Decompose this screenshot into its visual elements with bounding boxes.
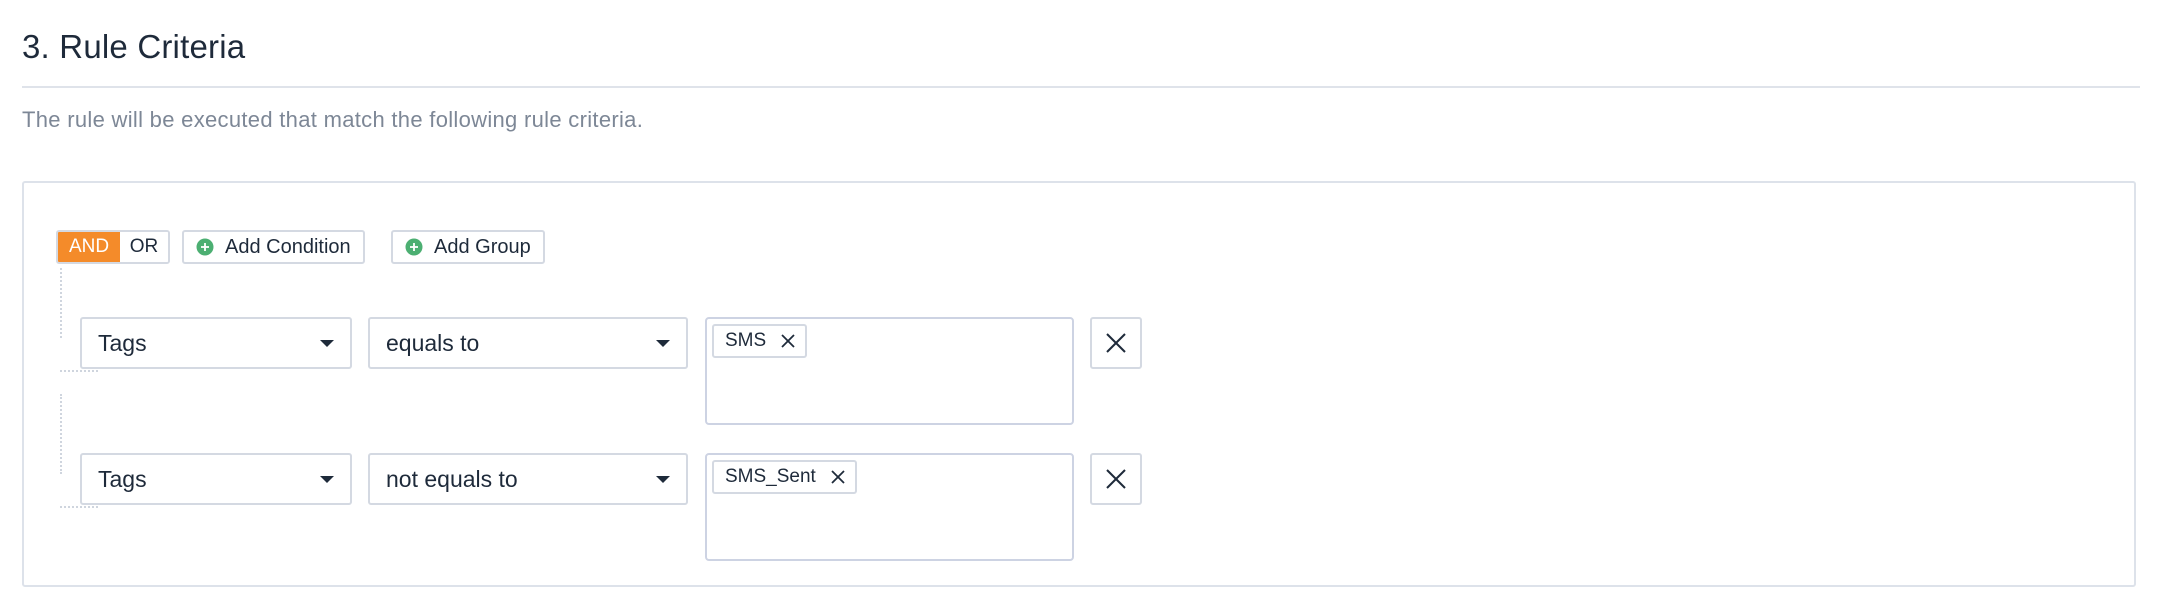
logic-operator-toggle: AND OR <box>56 230 170 264</box>
caret-down-icon <box>656 476 670 483</box>
operator-select[interactable]: not equals to <box>368 453 688 505</box>
field-select-value: Tags <box>98 465 147 492</box>
add-group-label: Add Group <box>434 235 531 258</box>
add-condition-button[interactable]: Add Condition <box>182 230 365 264</box>
tree-connector <box>60 506 98 508</box>
operator-select[interactable]: equals to <box>368 317 688 369</box>
caret-down-icon <box>320 476 334 483</box>
tree-connector <box>60 394 62 474</box>
plus-circle-icon <box>405 238 423 256</box>
caret-down-icon <box>656 340 670 347</box>
operator-select-value: equals to <box>386 329 480 356</box>
operator-select-value: not equals to <box>386 465 518 492</box>
field-select[interactable]: Tags <box>80 317 352 369</box>
close-icon[interactable] <box>780 333 796 349</box>
value-tags-input[interactable]: SMS_Sent <box>705 453 1074 561</box>
section-description: The rule will be executed that match the… <box>22 107 644 132</box>
close-icon[interactable] <box>830 469 846 485</box>
field-select-value: Tags <box>98 329 147 356</box>
add-condition-label: Add Condition <box>225 235 351 258</box>
remove-condition-button[interactable] <box>1090 317 1142 369</box>
close-icon <box>1106 469 1126 489</box>
add-group-button[interactable]: Add Group <box>391 230 545 264</box>
value-chip-label: SMS_Sent <box>725 466 816 487</box>
value-chip: SMS <box>712 324 808 358</box>
and-toggle-button[interactable]: AND <box>58 232 120 262</box>
field-select[interactable]: Tags <box>80 453 352 505</box>
caret-down-icon <box>320 340 334 347</box>
value-tags-input[interactable]: SMS <box>705 317 1074 425</box>
value-chip: SMS_Sent <box>712 460 857 494</box>
tree-connector <box>60 268 62 338</box>
value-chip-label: SMS <box>725 330 767 351</box>
title-divider <box>22 86 2140 88</box>
close-icon <box>1106 333 1126 353</box>
or-toggle-button[interactable]: OR <box>120 232 168 262</box>
remove-condition-button[interactable] <box>1090 453 1142 505</box>
section-title: 3. Rule Criteria <box>22 28 246 65</box>
tree-connector <box>60 370 98 372</box>
plus-circle-icon <box>196 238 214 256</box>
